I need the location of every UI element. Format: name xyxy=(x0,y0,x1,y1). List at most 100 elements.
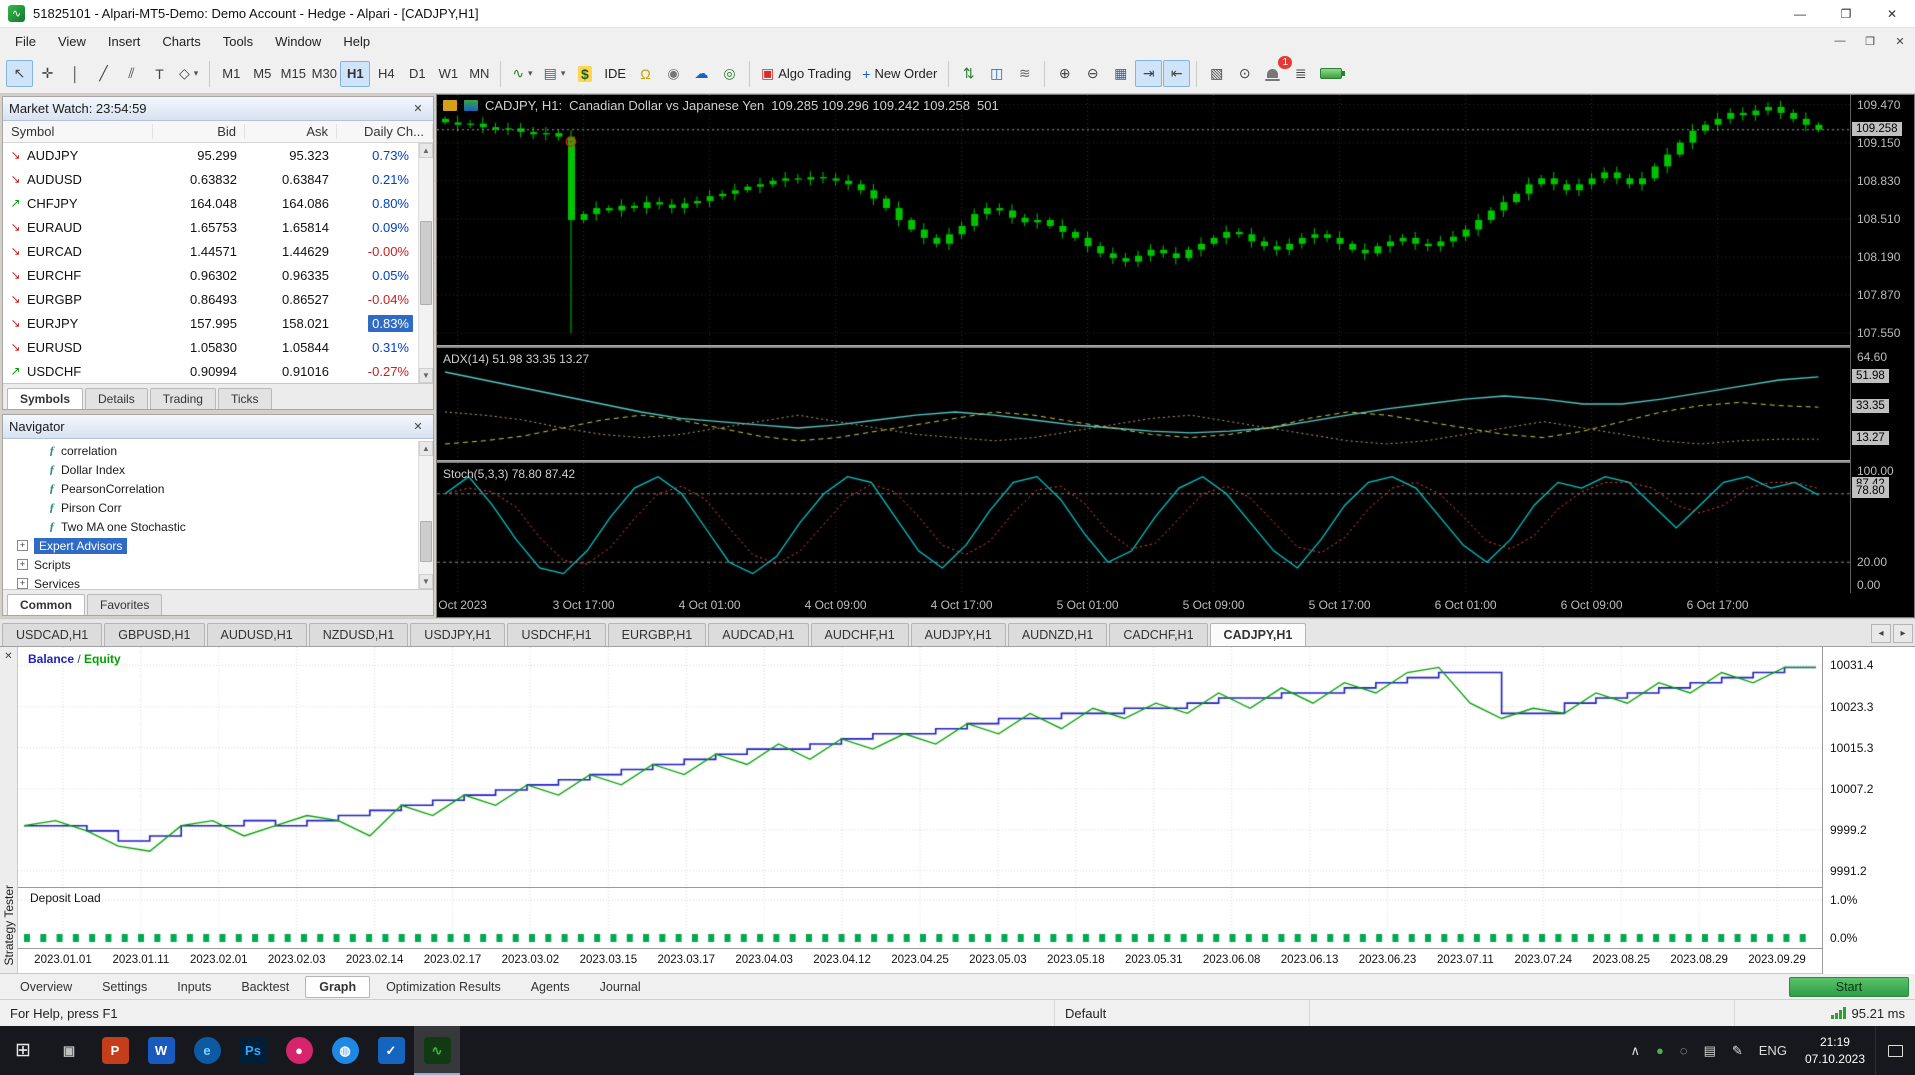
chart-tab-audcad-h1[interactable]: AUDCAD,H1 xyxy=(708,623,809,646)
market-watch-scrollbar[interactable]: ▲ ▼ xyxy=(418,143,433,383)
channel-tool-icon[interactable]: ⫽ xyxy=(118,60,145,87)
menu-tools[interactable]: Tools xyxy=(212,30,264,53)
scroll-down-icon[interactable]: ▼ xyxy=(419,368,433,383)
search-icon[interactable]: ⊙ xyxy=(1231,60,1258,87)
window-close-button[interactable]: ✕ xyxy=(1869,0,1915,28)
object-select-icon[interactable]: ▧ xyxy=(1203,60,1230,87)
chart-shift-icon[interactable]: ⇥ xyxy=(1135,60,1163,87)
tester-tab-graph[interactable]: Graph xyxy=(305,975,371,998)
status-connection[interactable]: 95.21 ms xyxy=(1735,1000,1915,1026)
chart-tab-eurgbp-h1[interactable]: EURGBP,H1 xyxy=(607,623,707,646)
chart-tab-gbpusd-h1[interactable]: GBPUSD,H1 xyxy=(104,623,205,646)
text-tool-icon[interactable]: T xyxy=(146,60,173,87)
scroll-down-icon[interactable]: ▼ xyxy=(419,574,433,589)
start-button[interactable]: Start xyxy=(1789,976,1909,997)
scroll-up-icon[interactable]: ▲ xyxy=(419,143,433,158)
menu-charts[interactable]: Charts xyxy=(151,30,211,53)
tester-tab-optimization-results[interactable]: Optimization Results xyxy=(372,976,515,998)
algo-trading-icon[interactable]: ▣ Algo Trading xyxy=(756,60,856,87)
timeframe-h1[interactable]: H1 xyxy=(340,60,371,87)
balance-equity-canvas[interactable] xyxy=(18,647,1822,887)
timeframe-h4[interactable]: H4 xyxy=(371,61,401,87)
shapes-tool-icon[interactable]: ◇ ▾ xyxy=(174,60,203,87)
chart-tab-audusd-h1[interactable]: AUDUSD,H1 xyxy=(206,623,307,646)
antivirus-shield[interactable]: ✓ xyxy=(368,1026,414,1075)
tile-vertical-icon[interactable]: ◫ xyxy=(983,60,1010,87)
scroll-track[interactable] xyxy=(419,158,433,368)
menu-help[interactable]: Help xyxy=(332,30,381,53)
navigator-close-icon[interactable]: ✕ xyxy=(409,418,427,436)
tab-scroll-left-icon[interactable]: ◂ xyxy=(1871,624,1891,643)
tester-tab-settings[interactable]: Settings xyxy=(88,976,161,998)
tree-item-scripts[interactable]: + Scripts xyxy=(3,555,433,574)
tab-trading[interactable]: Trading xyxy=(149,388,216,409)
language-indicator[interactable]: ENG xyxy=(1751,1026,1795,1075)
table-row-eurgbp[interactable]: ↘ EURGBP 0.86493 0.86527 -0.04% xyxy=(3,287,433,311)
vertical-line-tool-icon[interactable]: │ xyxy=(62,60,89,87)
photoshop[interactable]: Ps xyxy=(230,1026,276,1075)
navigator-scrollbar[interactable]: ▲ ▼ xyxy=(418,441,433,589)
new-order-icon[interactable]: + New Order xyxy=(857,60,942,87)
table-row-usdchf[interactable]: ↗ USDCHF 0.90994 0.91016 -0.27% xyxy=(3,359,433,383)
menu-insert[interactable]: Insert xyxy=(97,30,152,53)
tree-item-expert-advisors[interactable]: + Expert Advisors xyxy=(3,536,433,555)
table-row-eurchf[interactable]: ↘ EURCHF 0.96302 0.96335 0.05% xyxy=(3,263,433,287)
signal-icon[interactable]: ◉ xyxy=(660,60,687,87)
chart-tab-audjpy-h1[interactable]: AUDJPY,H1 xyxy=(910,623,1006,646)
task-view[interactable]: ▣ xyxy=(46,1026,92,1075)
tab-scroll-right-icon[interactable]: ▸ xyxy=(1893,624,1913,643)
chart-tab-audnzd-h1[interactable]: AUDNZD,H1 xyxy=(1007,623,1108,646)
price-scale[interactable]: 109.470 109.150 108.830 108.510 108.190 107.8… xyxy=(1850,95,1914,593)
column-header-ask[interactable]: Ask xyxy=(245,124,337,139)
price-chart-canvas[interactable] xyxy=(437,95,1852,345)
timeframe-d1[interactable]: D1 xyxy=(402,61,432,87)
tray-pen-icon[interactable]: ✎ xyxy=(1724,1026,1751,1075)
tree-item-correlation[interactable]: ƒ correlation xyxy=(3,441,433,460)
chart-objects-icon[interactable]: ▤ ▾ xyxy=(539,60,571,87)
tab-favorites[interactable]: Favorites xyxy=(87,594,163,615)
zoom-in-icon[interactable]: ⊕ xyxy=(1051,60,1078,87)
table-row-eurjpy[interactable]: ↘ EURJPY 157.995 158.021 0.83% xyxy=(3,311,433,335)
time-axis[interactable]: 3 Oct 2023 3 Oct 17:00 4 Oct 01:00 4 Oct 09… xyxy=(437,593,1852,617)
powerpoint[interactable]: P xyxy=(92,1026,138,1075)
cursor-icon[interactable]: ↖ xyxy=(6,60,33,87)
tab-ticks[interactable]: Ticks xyxy=(217,388,272,409)
tray-card-icon[interactable]: ▤ xyxy=(1696,1026,1724,1075)
menu-file[interactable]: File xyxy=(4,30,47,53)
table-row-euraud[interactable]: ↘ EURAUD 1.65753 1.65814 0.09% xyxy=(3,215,433,239)
table-row-eurusd[interactable]: ↘ EURUSD 1.05830 1.05844 0.31% xyxy=(3,335,433,359)
scroll-up-icon[interactable]: ▲ xyxy=(419,441,433,456)
child-minimize-button[interactable]: — xyxy=(1825,31,1855,51)
timeframe-w1[interactable]: W1 xyxy=(433,61,463,87)
cloud-icon[interactable]: ☁ xyxy=(688,60,715,87)
tile-windows-icon[interactable]: ⇅ xyxy=(955,60,982,87)
window-minimize-button[interactable]: — xyxy=(1777,0,1823,28)
start-button[interactable]: ⊞ xyxy=(0,1026,46,1075)
tester-tab-overview[interactable]: Overview xyxy=(6,976,86,998)
notifications-icon[interactable]: 1 xyxy=(1259,56,1293,87)
table-row-chfjpy[interactable]: ↗ CHFJPY 164.048 164.086 0.80% xyxy=(3,191,433,215)
indicators-icon[interactable]: ∿ ▾ xyxy=(507,60,537,87)
blue-app[interactable]: ◍ xyxy=(322,1026,368,1075)
tester-tab-inputs[interactable]: Inputs xyxy=(163,976,225,998)
chart-tab-audchf-h1[interactable]: AUDCHF,H1 xyxy=(810,623,909,646)
grid-toggle-icon[interactable]: ▦ xyxy=(1107,60,1134,87)
edge-browser[interactable]: e xyxy=(184,1026,230,1075)
timeframe-m1[interactable]: M1 xyxy=(216,61,246,87)
word[interactable]: W xyxy=(138,1026,184,1075)
table-row-audusd[interactable]: ↘ AUDUSD 0.63832 0.63847 0.21% xyxy=(3,167,433,191)
chart-tab-cadchf-h1[interactable]: CADCHF,H1 xyxy=(1109,623,1208,646)
child-close-button[interactable]: ✕ xyxy=(1885,31,1915,51)
tester-tab-journal[interactable]: Journal xyxy=(586,976,655,998)
tree-item-services[interactable]: + Services xyxy=(3,574,433,589)
expander-icon[interactable]: + xyxy=(17,578,28,589)
tree-item-two-ma-one-stochastic[interactable]: ƒ Two MA one Stochastic xyxy=(3,517,433,536)
pink-app[interactable]: ● xyxy=(276,1026,322,1075)
tester-tab-backtest[interactable]: Backtest xyxy=(227,976,303,998)
window-maximize-button[interactable]: ❐ xyxy=(1823,0,1869,28)
tab-details[interactable]: Details xyxy=(85,388,148,409)
column-header-daily-ch[interactable]: Daily Ch... xyxy=(337,124,433,139)
tab-symbols[interactable]: Symbols xyxy=(7,388,84,409)
timeframe-m30[interactable]: M30 xyxy=(309,61,339,87)
expander-icon[interactable]: + xyxy=(17,540,28,551)
